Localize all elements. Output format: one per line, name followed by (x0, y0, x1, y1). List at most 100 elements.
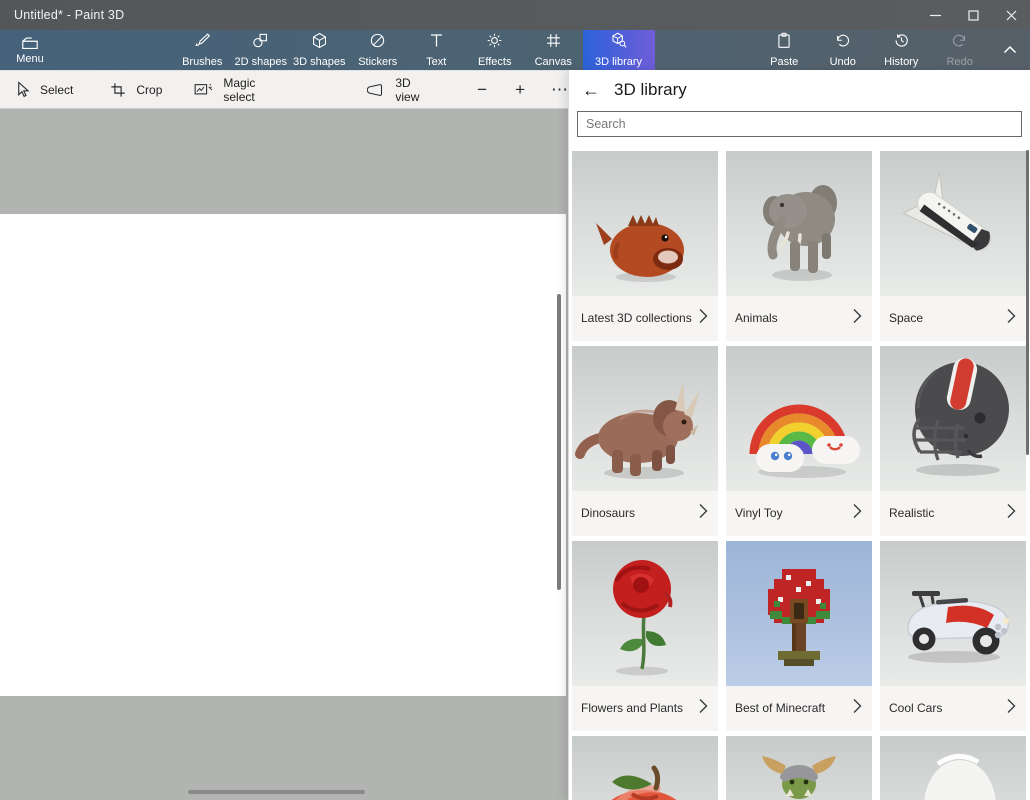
chevron-right-icon (853, 698, 862, 719)
tab-3d-library[interactable]: 3D library (583, 30, 655, 70)
category-thumbnail (726, 346, 872, 491)
tab-canvas[interactable]: Canvas (524, 30, 583, 70)
mannequin-head-thumbnail (880, 736, 1026, 800)
zoom-out-button[interactable]: − (477, 80, 487, 100)
canvas-horizontal-scrollbar[interactable] (188, 790, 365, 794)
category-card-fish[interactable]: Latest 3D collections (572, 151, 718, 341)
menu-button[interactable]: Menu (4, 30, 56, 70)
undo-icon (834, 32, 851, 54)
menu-icon (21, 36, 39, 51)
category-card-football-helmet[interactable]: Realistic (880, 346, 1026, 536)
category-thumbnail (726, 736, 872, 800)
category-thumbnail (880, 151, 1026, 296)
ellipsis-icon: ⋯ (551, 80, 568, 100)
history-icon (893, 32, 910, 54)
tab-label: 3D shapes (293, 56, 346, 68)
category-label-row: Latest 3D collections (572, 296, 718, 341)
category-card-rose[interactable]: Flowers and Plants (572, 541, 718, 731)
rainbow-thumbnail (726, 346, 872, 491)
zoom-in-button[interactable]: + (515, 80, 525, 100)
category-card-minecraft-tree[interactable]: Best of Minecraft (726, 541, 872, 731)
category-card-elephant[interactable]: Animals (726, 151, 872, 341)
canvas-vertical-scrollbar[interactable] (557, 294, 561, 590)
3d-view-button[interactable]: 3D view (367, 76, 430, 104)
drawing-canvas[interactable] (0, 214, 566, 696)
chevron-right-icon (1007, 503, 1016, 524)
category-label: Dinosaurs (581, 506, 699, 522)
plus-icon: + (515, 80, 525, 100)
redo-icon (951, 32, 968, 54)
back-arrow-icon: ← (582, 80, 600, 101)
category-thumbnail (726, 541, 872, 686)
toy-car-thumbnail (880, 541, 1026, 686)
canvas-icon (545, 32, 562, 54)
undo-button[interactable]: Undo (814, 30, 873, 70)
ribbon: Menu Brushes 2D shapes 3D shapes (0, 30, 1030, 70)
minimize-button[interactable] (916, 0, 954, 30)
rose-thumbnail (572, 541, 718, 686)
3d-library-icon (609, 32, 628, 54)
action-label: Undo (830, 56, 856, 68)
crop-tool-button[interactable]: Crop (110, 82, 162, 98)
paint3d-window: Untitled* - Paint 3D Menu (0, 0, 1030, 800)
category-label-row: Space (880, 296, 1026, 341)
category-thumbnail (572, 736, 718, 800)
action-label: Redo (947, 56, 973, 68)
category-card-ogre[interactable] (726, 736, 872, 800)
category-thumbnail (726, 151, 872, 296)
minecraft-tree-thumbnail (726, 541, 872, 686)
3d-view-icon (367, 82, 385, 98)
category-label-row: Cool Cars (880, 686, 1026, 731)
category-card-mannequin-head[interactable] (880, 736, 1026, 800)
panel-scrollbar[interactable] (1026, 150, 1029, 455)
category-label: Latest 3D collections (581, 311, 699, 327)
tab-effects[interactable]: Effects (466, 30, 525, 70)
chevron-right-icon (853, 503, 862, 524)
history-button[interactable]: History (872, 30, 931, 70)
paste-button[interactable]: Paste (755, 30, 814, 70)
category-card-triceratops[interactable]: Dinosaurs (572, 346, 718, 536)
chevron-right-icon (699, 308, 708, 329)
stickers-icon (369, 32, 386, 54)
football-helmet-thumbnail (880, 346, 1026, 491)
chevron-right-icon (699, 698, 708, 719)
category-label-row: Dinosaurs (572, 491, 718, 536)
tab-brushes[interactable]: Brushes (173, 30, 232, 70)
category-label-row: Realistic (880, 491, 1026, 536)
close-button[interactable] (992, 0, 1030, 30)
search-input[interactable] (577, 111, 1022, 137)
text-icon (428, 32, 445, 54)
3d-library-panel: ← 3D library Latest 3D collections (568, 70, 1030, 800)
chevron-right-icon (699, 503, 708, 524)
title-bar: Untitled* - Paint 3D (0, 0, 1030, 30)
tab-label: 2D shapes (234, 56, 287, 68)
3d-shapes-icon (311, 32, 328, 54)
magic-select-button[interactable]: Magic select (194, 76, 279, 104)
category-label: Realistic (889, 506, 1007, 522)
effects-icon (486, 32, 503, 54)
tab-label: Text (426, 56, 446, 68)
more-options-button[interactable]: ⋯ (551, 80, 568, 100)
category-thumbnail (572, 151, 718, 296)
tab-2d-shapes[interactable]: 2D shapes (232, 30, 291, 70)
chevron-right-icon (1007, 698, 1016, 719)
panel-title: 3D library (614, 80, 687, 100)
redo-button[interactable]: Redo (931, 30, 990, 70)
category-card-toy-car[interactable]: Cool Cars (880, 541, 1026, 731)
category-card-apple[interactable] (572, 736, 718, 800)
ribbon-tools: Brushes 2D shapes 3D shapes Stickers (173, 30, 655, 70)
category-card-rainbow[interactable]: Vinyl Toy (726, 346, 872, 536)
crop-tool-label: Crop (136, 83, 162, 97)
tab-label: 3D library (595, 56, 642, 68)
ribbon-actions: Paste Undo History Redo (755, 30, 989, 70)
back-button[interactable]: ← (576, 77, 606, 103)
tab-3d-shapes[interactable]: 3D shapes (290, 30, 349, 70)
maximize-button[interactable] (954, 0, 992, 30)
tab-stickers[interactable]: Stickers (349, 30, 408, 70)
apple-thumbnail (572, 736, 718, 800)
window-title: Untitled* - Paint 3D (0, 8, 124, 22)
select-tool-button[interactable]: Select (15, 81, 73, 98)
category-card-space-shuttle[interactable]: Space (880, 151, 1026, 341)
tab-text[interactable]: Text (407, 30, 466, 70)
collapse-ribbon-button[interactable] (995, 30, 1025, 70)
